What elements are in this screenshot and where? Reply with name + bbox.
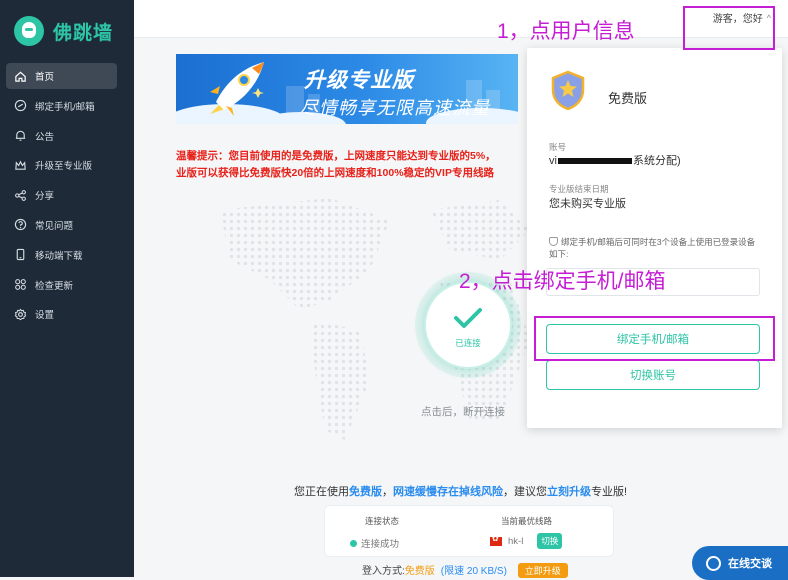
- upgrade-banner[interactable]: 升级专业版 尽情畅享无限高速流量: [176, 54, 518, 124]
- mobile-icon: [16, 249, 25, 261]
- redacted-account: [557, 158, 632, 165]
- sidebar-item-notice[interactable]: 公告: [6, 123, 117, 149]
- user-info-panel: 免费版 账号 vi 系统分配) 专业版结束日期 您未购买专业版 绑定手机/邮箱后可…: [527, 48, 782, 428]
- banner-title: 升级专业版: [304, 69, 414, 92]
- switch-line-button[interactable]: 切换: [537, 533, 563, 549]
- status-value: 连接成功: [361, 539, 400, 550]
- chat-bubble-icon: [706, 555, 721, 571]
- home-icon: [15, 71, 26, 82]
- annotation-box-bind-button: [534, 316, 775, 361]
- app-logo[interactable]: 佛跳墙: [14, 16, 113, 46]
- msg-upgrade-link[interactable]: 立刻升级: [547, 486, 591, 498]
- sidebar-nav: 首页 绑定手机/邮箱 公告 升级至专业版 分享 常见问题 移动端下载 检查更新: [6, 63, 117, 331]
- sidebar-item-label: 升级至专业版: [35, 161, 93, 173]
- login-free: 免费版: [404, 566, 435, 577]
- crown-icon: [15, 160, 26, 170]
- check-icon: [454, 308, 482, 328]
- login-method: 登入方式:免费版 (限速 20 KB/S) 立即升级: [362, 562, 568, 578]
- line-header: 当前最优线路: [501, 516, 553, 526]
- disconnect-hint: 点击后，断开连接: [421, 406, 505, 418]
- banner-subtitle: 尽情畅享无限高速流量: [300, 98, 490, 118]
- link-icon: [14, 100, 27, 112]
- plan-name: 免费版: [608, 91, 648, 106]
- sidebar-item-label: 首页: [35, 72, 55, 83]
- sidebar-item-home[interactable]: 首页: [6, 63, 117, 89]
- account-suffix: 系统分配): [632, 155, 681, 167]
- sidebar-item-share[interactable]: 分享: [6, 182, 117, 208]
- app-name: 佛跳墙: [53, 22, 114, 44]
- sidebar-item-settings[interactable]: 设置: [6, 301, 117, 327]
- msg-prefix: 您正在使用: [294, 486, 349, 498]
- login-prefix: 登入方式:: [362, 566, 405, 577]
- annotation-box-user-menu: [683, 6, 775, 50]
- sidebar-item-label: 分享: [35, 191, 55, 203]
- sidebar-item-mobile[interactable]: 移动端下载: [6, 242, 117, 268]
- sidebar-item-label: 公告: [35, 131, 55, 143]
- question-icon: [14, 219, 27, 231]
- upgrade-now-button[interactable]: 立即升级: [517, 563, 568, 578]
- sidebar: 佛跳墙 首页 绑定手机/邮箱 公告 升级至专业版 分享 常见问题 移动端下载 检…: [0, 0, 134, 577]
- share-icon: [15, 189, 26, 201]
- sidebar-item-faq[interactable]: 常见问题: [6, 212, 117, 238]
- account-value: vi 系统分配): [549, 152, 681, 168]
- device-hint: 绑定手机/邮箱后可同时在3个设备上使用已登录设备如下:: [549, 236, 759, 260]
- msg-free-link[interactable]: 免费版: [349, 486, 382, 498]
- annotation-step-1: 1，点用户信息: [497, 20, 635, 43]
- msg-mid: ，建议您: [503, 486, 547, 498]
- line-value-row: hk-l 切换: [490, 533, 563, 549]
- switch-account-button[interactable]: 切换账号: [546, 360, 760, 390]
- gear-icon: [14, 308, 27, 321]
- notice-line-1: 温馨提示：您目前使用的是免费版，上网速度只能达到专业版的5%，: [176, 150, 496, 162]
- status-dot-icon: [350, 539, 357, 547]
- expiry-value: 您未购买专业版: [549, 198, 626, 210]
- shield-icon: [549, 237, 558, 246]
- warning-notice: 温馨提示：您目前使用的是免费版，上网速度只能达到专业版的5%， 业版可以获得比免…: [176, 148, 534, 182]
- status-card: 连接状态 当前最优线路 连接成功 hk-l 切换: [324, 505, 614, 557]
- msg-suffix: 专业版!: [591, 486, 628, 498]
- status-value-row: 连接成功: [350, 536, 399, 550]
- sidebar-item-bind[interactable]: 绑定手机/邮箱: [6, 93, 117, 119]
- sidebar-item-label: 绑定手机/邮箱: [35, 101, 95, 113]
- line-value: hk-l: [508, 535, 524, 547]
- free-plan-badge-icon: [551, 70, 585, 110]
- sidebar-item-upgrade[interactable]: 升级至专业版: [6, 152, 117, 178]
- rocket-icon: [210, 62, 264, 116]
- monkey-logo-icon: [14, 16, 44, 46]
- sidebar-item-label: 常见问题: [35, 220, 74, 232]
- notice-line-2: 业版可以获得比免费版快20倍的上网速度和100%稳定的VIP专用线路: [176, 167, 494, 179]
- connection-state-label: 已连接: [455, 338, 481, 348]
- account-prefix: vi: [549, 155, 557, 167]
- msg-risk-link[interactable]: 网速缓慢存在掉线风险: [393, 486, 503, 498]
- grid-icon: [15, 279, 26, 290]
- hongkong-flag-icon: [490, 534, 502, 546]
- sidebar-item-update[interactable]: 检查更新: [6, 272, 117, 298]
- upgrade-suggestion: 您正在使用免费版，网速缓慢存在掉线风险，建议您立刻升级专业版!: [294, 483, 627, 499]
- annotation-step-2: 2，点击绑定手机/邮箱: [459, 270, 666, 293]
- bell-icon: [15, 130, 26, 141]
- live-chat-button[interactable]: 在线交谈: [692, 546, 788, 580]
- device-hint-text: 绑定手机/邮箱后可同时在3个设备上使用已登录设备如下:: [549, 237, 756, 259]
- sidebar-item-label: 检查更新: [35, 280, 74, 292]
- expiry-label: 专业版结束日期: [549, 184, 609, 194]
- status-header: 连接状态: [365, 516, 400, 526]
- sidebar-item-label: 移动端下载: [35, 250, 83, 262]
- sidebar-item-label: 设置: [35, 310, 55, 322]
- msg-comma: ，: [382, 486, 393, 498]
- chat-label: 在线交谈: [728, 558, 772, 570]
- login-speed: (限速 20 KB/S): [440, 566, 507, 577]
